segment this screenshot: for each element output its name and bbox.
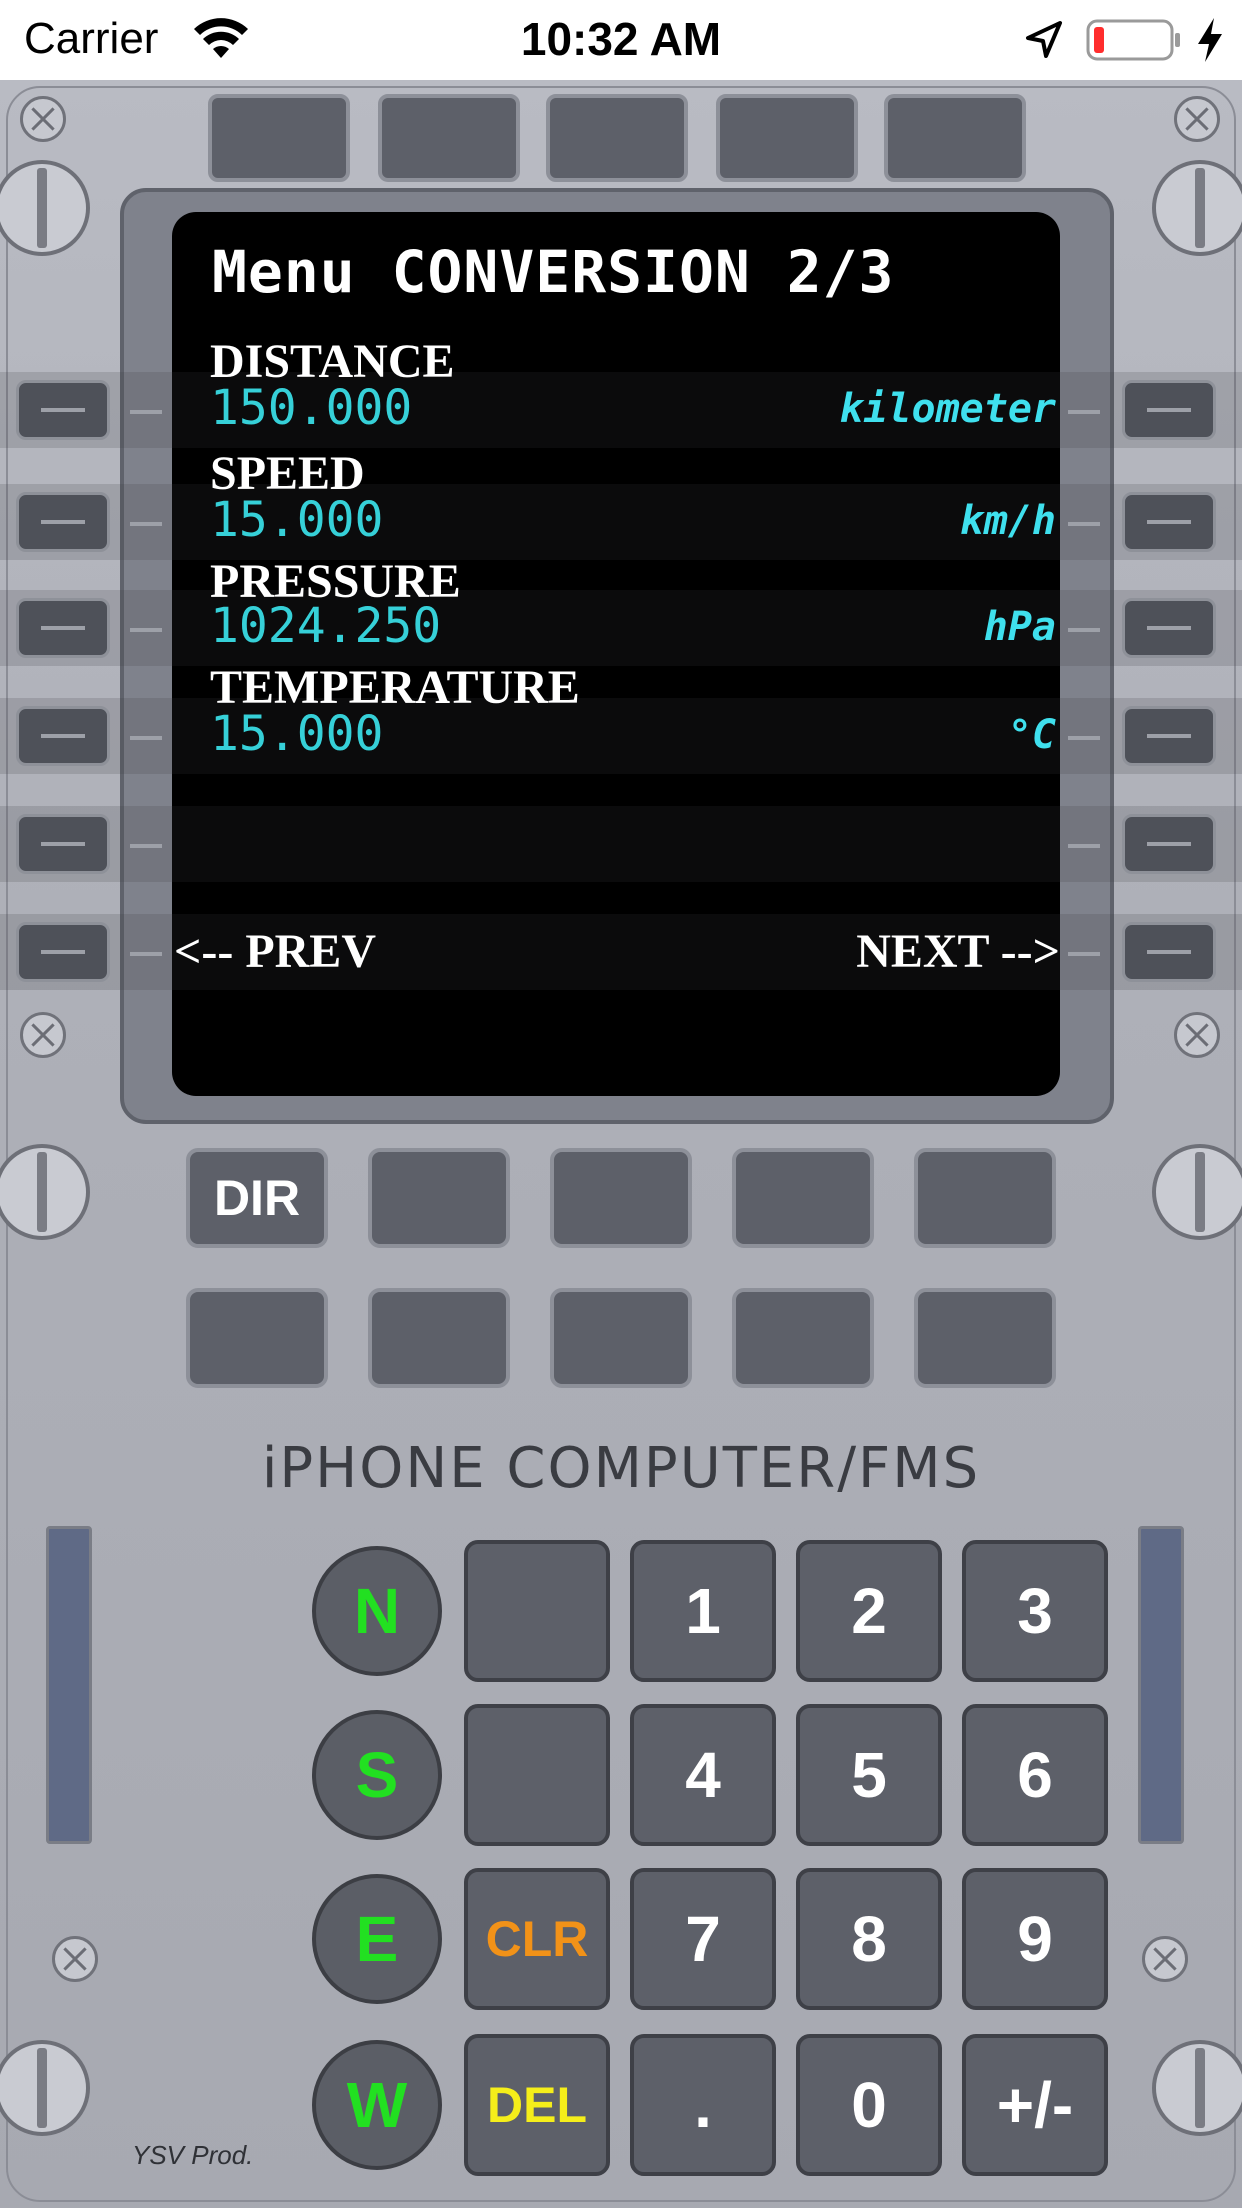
key-5[interactable]: 5 <box>796 1704 942 1846</box>
screw-icon <box>20 96 66 142</box>
top-function-button-5[interactable] <box>884 94 1026 182</box>
lsk-connector <box>1068 410 1100 414</box>
del-key[interactable]: DEL <box>464 2034 610 2176</box>
function-button-row2-3[interactable] <box>550 1288 692 1388</box>
lsk-connector <box>1068 522 1100 526</box>
key-9[interactable]: 9 <box>962 1868 1108 2010</box>
lsk-connector <box>130 736 162 740</box>
key-s[interactable]: S <box>312 1710 442 1840</box>
top-function-button-2[interactable] <box>378 94 520 182</box>
screw-icon <box>1174 1012 1220 1058</box>
function-button-row2-5[interactable] <box>914 1288 1056 1388</box>
lsk-connector <box>130 522 162 526</box>
lsk-right-1[interactable] <box>1122 380 1216 440</box>
pressure-unit[interactable]: hPa <box>984 604 1056 650</box>
key-plus-minus[interactable]: +/- <box>962 2034 1108 2176</box>
key-dot[interactable]: . <box>630 2034 776 2176</box>
lsk-left-1[interactable] <box>16 380 110 440</box>
key-2[interactable]: 2 <box>796 1540 942 1682</box>
lsk-connector <box>1068 628 1100 632</box>
key-n[interactable]: N <box>312 1546 442 1676</box>
speed-unit[interactable]: km/h <box>960 498 1056 544</box>
lsk-left-4[interactable] <box>16 706 110 766</box>
screw-icon <box>52 1936 98 1982</box>
function-button-row1-4[interactable] <box>732 1148 874 1248</box>
screw-icon <box>20 1012 66 1058</box>
lsk-right-6[interactable] <box>1122 922 1216 982</box>
location-arrow-icon <box>1026 21 1062 58</box>
lsk-connector <box>130 844 162 848</box>
screw-icon <box>1174 96 1220 142</box>
side-slot-right <box>1138 1526 1184 1844</box>
lsk-left-5[interactable] <box>16 814 110 874</box>
key-3[interactable]: 3 <box>962 1540 1108 1682</box>
lsk-connector <box>1068 952 1100 956</box>
bolt-icon <box>1152 2040 1242 2136</box>
credit-label: YSV Prod. <box>132 2140 254 2170</box>
top-function-button-4[interactable] <box>716 94 858 182</box>
lsk-row-band <box>0 806 1242 882</box>
bolt-icon <box>1152 160 1242 256</box>
key-blank-1[interactable] <box>464 1540 610 1682</box>
charging-bolt-icon <box>1198 18 1222 62</box>
bolt-icon <box>1152 1144 1242 1240</box>
temperature-unit[interactable]: °C <box>1008 712 1056 758</box>
key-6[interactable]: 6 <box>962 1704 1108 1846</box>
temperature-value[interactable]: 15.000 <box>210 706 383 762</box>
function-button-row1-2[interactable] <box>368 1148 510 1248</box>
pressure-value[interactable]: 1024.250 <box>210 598 441 654</box>
key-w[interactable]: W <box>312 2040 442 2170</box>
function-button-row1-3[interactable] <box>550 1148 692 1248</box>
brand-label: iPHONE COMPUTER/FMS <box>261 1436 981 1501</box>
top-function-button-1[interactable] <box>208 94 350 182</box>
lsk-connector <box>130 628 162 632</box>
top-function-button-3[interactable] <box>546 94 688 182</box>
lsk-left-2[interactable] <box>16 492 110 552</box>
lsk-right-2[interactable] <box>1122 492 1216 552</box>
function-button-row1-5[interactable] <box>914 1148 1056 1248</box>
lsk-connector <box>130 410 162 414</box>
lsk-left-6[interactable] <box>16 922 110 982</box>
function-button-row2-2[interactable] <box>368 1288 510 1388</box>
key-7[interactable]: 7 <box>630 1868 776 2010</box>
prev-page-link[interactable]: <-- PREV <box>174 924 376 979</box>
screw-icon <box>1142 1936 1188 1982</box>
key-4[interactable]: 4 <box>630 1704 776 1846</box>
screen-title: Menu CONVERSION 2/3 <box>212 238 895 306</box>
lsk-connector <box>1068 736 1100 740</box>
distance-unit[interactable]: kilometer <box>839 386 1056 432</box>
distance-value[interactable]: 150.000 <box>210 380 412 436</box>
battery-low-icon <box>1086 19 1180 61</box>
clr-key[interactable]: CLR <box>464 1868 610 2010</box>
speed-value[interactable]: 15.000 <box>210 492 383 548</box>
function-button-row2-1[interactable] <box>186 1288 328 1388</box>
next-page-link[interactable]: NEXT --> <box>856 924 1060 979</box>
key-0[interactable]: 0 <box>796 2034 942 2176</box>
dir-button[interactable]: DIR <box>186 1148 328 1248</box>
lsk-connector <box>130 952 162 956</box>
lsk-connector <box>1068 844 1100 848</box>
key-1[interactable]: 1 <box>630 1540 776 1682</box>
side-slot-left <box>46 1526 92 1844</box>
key-blank-2[interactable] <box>464 1704 610 1846</box>
lsk-right-4[interactable] <box>1122 706 1216 766</box>
key-8[interactable]: 8 <box>796 1868 942 2010</box>
status-bar: Carrier 10:32 AM <box>0 0 1242 80</box>
lsk-left-3[interactable] <box>16 598 110 658</box>
function-button-row2-4[interactable] <box>732 1288 874 1388</box>
key-e[interactable]: E <box>312 1874 442 2004</box>
lsk-right-3[interactable] <box>1122 598 1216 658</box>
lsk-right-5[interactable] <box>1122 814 1216 874</box>
